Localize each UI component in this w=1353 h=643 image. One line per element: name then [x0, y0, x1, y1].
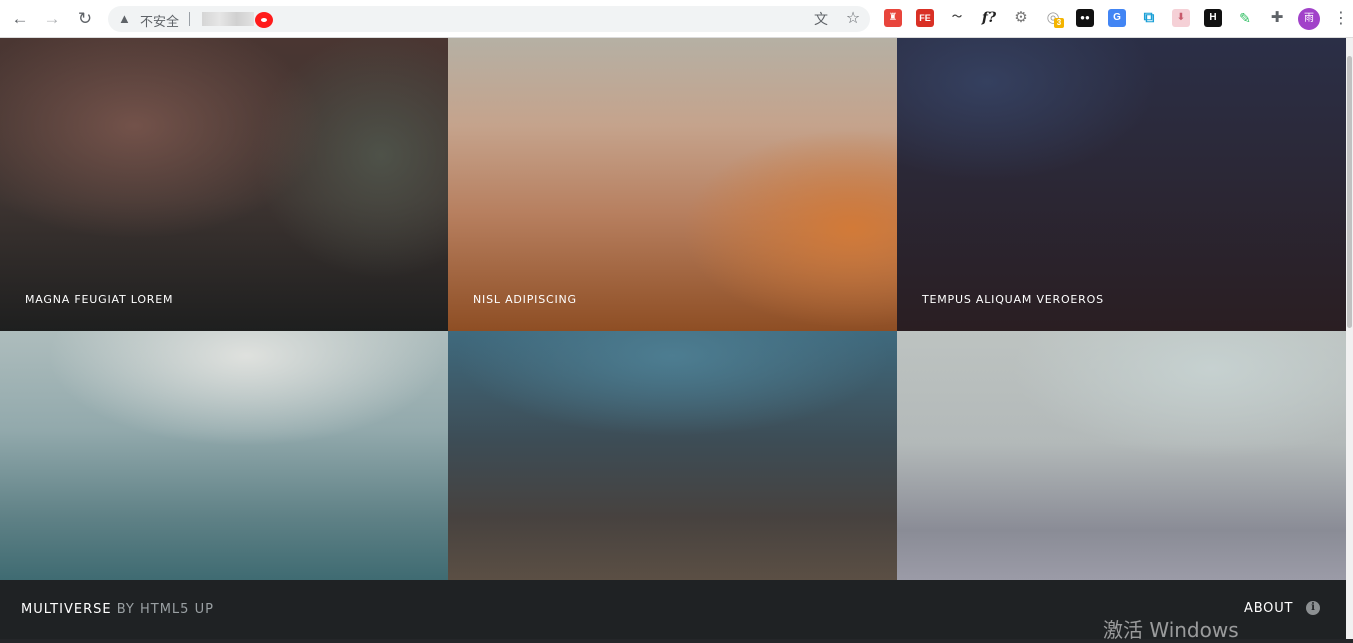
gallery-tile[interactable]: TEMPUS ALIQUAM VEROEROS [897, 38, 1346, 331]
reload-icon[interactable]: ↻ [74, 8, 96, 30]
ext-evernote-icon[interactable]: ✎ [1236, 9, 1254, 27]
gallery-tile[interactable]: NISL ADIPISCING [448, 38, 897, 331]
security-label[interactable]: 不安全 [140, 11, 179, 30]
ext-gear-icon[interactable]: ⚙ [1012, 9, 1030, 27]
ext-screen-icon[interactable]: ⧉ [1140, 9, 1158, 27]
gallery-grid: MAGNA FEUGIAT LOREM NISL ADIPISCING TEMP… [0, 38, 1346, 580]
redacted-url [202, 12, 254, 26]
ext-fe-icon[interactable]: FE [916, 9, 934, 27]
ext-function-icon[interactable]: f? [980, 9, 998, 27]
ext-h-icon[interactable]: H [1204, 9, 1222, 27]
about-link[interactable]: ABOUT [1244, 601, 1293, 616]
address-bar[interactable]: ▲ 不安全 文 ☆ [108, 6, 870, 32]
ext-badge-count: 3 [1054, 18, 1064, 28]
ext-tampermonkey-icon[interactable]: ●● [1076, 9, 1094, 27]
gallery-tile[interactable] [897, 331, 1346, 580]
ext-translate-icon[interactable]: G [1108, 9, 1126, 27]
site-brand[interactable]: MULTIVERSE BY HTML5 UP [21, 602, 214, 617]
gallery-tile[interactable] [0, 331, 448, 580]
gallery-tile[interactable]: MAGNA FEUGIAT LOREM [0, 38, 448, 331]
ext-wave-icon[interactable]: 〜 [948, 9, 966, 27]
tile-caption: TEMPUS ALIQUAM VEROEROS [922, 293, 1104, 306]
tile-caption: NISL ADIPISCING [473, 293, 577, 306]
bookmark-star-icon[interactable]: ☆ [844, 10, 862, 28]
ext-red-shield-icon[interactable]: ♜ [884, 9, 902, 27]
brand-by: BY HTML5 UP [116, 602, 214, 617]
tile-caption: MAGNA FEUGIAT LOREM [25, 293, 174, 306]
page-scrollbar[interactable] [1346, 38, 1353, 639]
brand-name: MULTIVERSE [21, 602, 112, 617]
address-separator [189, 12, 190, 26]
profile-avatar[interactable]: 雨 [1298, 8, 1320, 30]
ext-download-icon[interactable]: ⬇ [1172, 9, 1190, 27]
ext-search-badge-icon[interactable]: ◎ 3 [1044, 9, 1064, 28]
info-icon[interactable]: i [1306, 601, 1320, 615]
warning-icon[interactable]: ▲ [118, 11, 131, 26]
red-marker-icon [255, 12, 273, 28]
forward-arrow-icon[interactable]: → [41, 8, 63, 30]
translate-icon[interactable]: 文 [812, 10, 830, 28]
browser-toolbar: ← → ↻ ▲ 不安全 文 ☆ ♜ FE 〜 f? ⚙ ◎ 3 ●● G ⧉ ⬇… [0, 0, 1353, 38]
gallery-tile[interactable] [448, 331, 897, 580]
back-arrow-icon[interactable]: ← [9, 8, 31, 30]
browser-menu-icon[interactable]: ⋮ [1333, 8, 1349, 30]
extensions-puzzle-icon[interactable]: ✚ [1268, 9, 1286, 27]
scrollbar-thumb[interactable] [1347, 56, 1352, 328]
